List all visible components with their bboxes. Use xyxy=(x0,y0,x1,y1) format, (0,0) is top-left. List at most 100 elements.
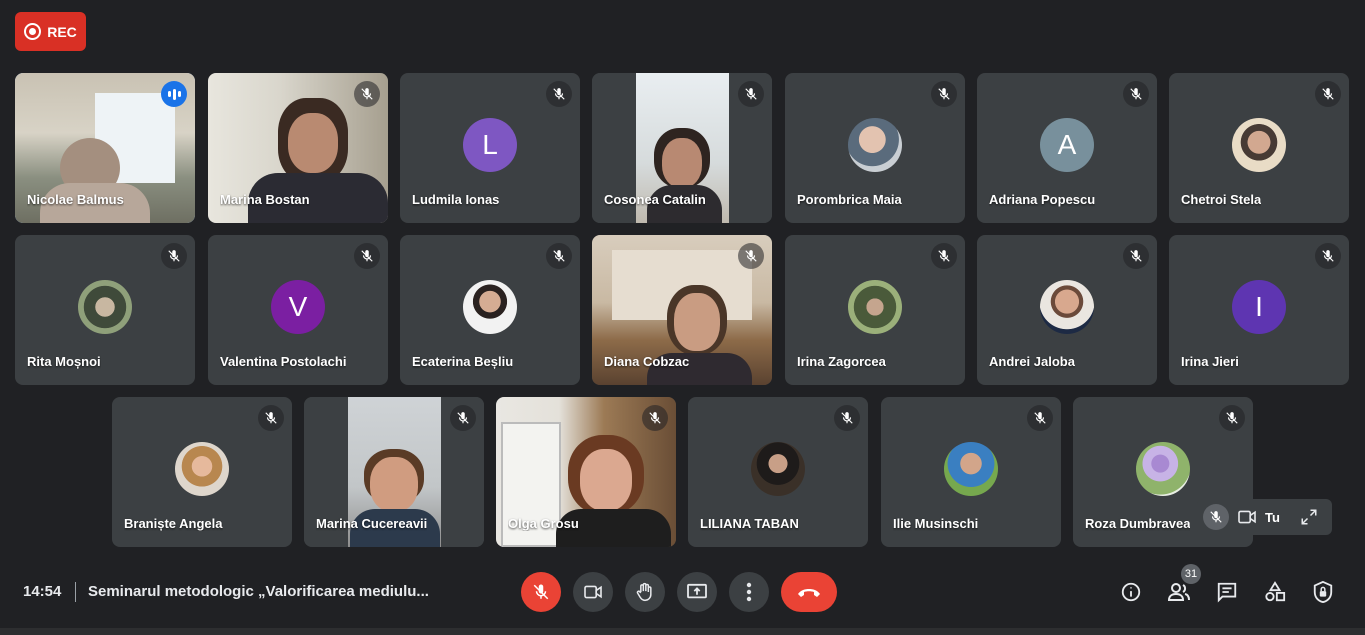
participant-avatar xyxy=(1040,280,1094,334)
participant-tile[interactable]: A Adriana Popescu xyxy=(977,73,1157,223)
recording-label: REC xyxy=(47,23,77,40)
more-options-button[interactable] xyxy=(729,572,769,612)
participant-name: Marina Bostan xyxy=(220,192,310,207)
participant-tile[interactable]: Irina Zagorcea xyxy=(785,235,965,385)
participant-avatar xyxy=(78,280,132,334)
recording-indicator[interactable]: REC xyxy=(15,12,86,51)
participant-name: Nicolae Balmus xyxy=(27,192,124,207)
participant-name: Ilie Musinschi xyxy=(893,516,979,531)
hang-up-icon xyxy=(798,589,820,597)
participant-avatar xyxy=(175,442,229,496)
hand-icon xyxy=(636,582,652,602)
shield-lock-icon xyxy=(1313,580,1333,604)
self-view-bar[interactable]: Tu xyxy=(1197,499,1332,535)
present-screen-button[interactable] xyxy=(677,572,717,612)
mic-off-icon xyxy=(354,81,380,107)
participant-tile[interactable]: LILIANA TABAN xyxy=(688,397,868,547)
record-icon xyxy=(24,23,42,40)
taskbar-strip xyxy=(0,628,1365,635)
participant-tile[interactable]: Cosonea Catalin xyxy=(592,73,772,223)
meeting-time: 14:54 xyxy=(23,583,62,600)
participant-tile[interactable]: Ilie Musinschi xyxy=(881,397,1061,547)
camera-toggle-button[interactable] xyxy=(573,572,613,612)
participant-name: Irina Jieri xyxy=(1181,354,1239,369)
mic-off-icon xyxy=(642,405,668,431)
info-icon xyxy=(1121,582,1141,602)
bottom-toolbar: 14:54 Seminarul metodologic „Valorificar… xyxy=(0,560,1365,622)
participant-name: Braniște Angela xyxy=(124,516,223,531)
participant-tile[interactable]: Chetroi Stela xyxy=(1169,73,1349,223)
mic-off-icon xyxy=(1219,405,1245,431)
participant-tile[interactable]: Ecaterina Beșliu xyxy=(400,235,580,385)
mic-off-icon xyxy=(738,81,764,107)
participant-tile[interactable]: Marina Cucereavii xyxy=(304,397,484,547)
participant-name: LILIANA TABAN xyxy=(700,516,799,531)
mic-off-icon xyxy=(1123,81,1149,107)
speaking-indicator-icon xyxy=(161,81,187,107)
mic-off-icon xyxy=(450,405,476,431)
host-controls-button[interactable] xyxy=(1309,578,1337,606)
participant-avatar: V xyxy=(271,280,325,334)
participant-avatar: L xyxy=(463,118,517,172)
mic-off-icon xyxy=(931,243,957,269)
mic-off-icon xyxy=(546,81,572,107)
mic-off-icon xyxy=(834,405,860,431)
camera-icon[interactable] xyxy=(1237,509,1257,525)
participant-tile[interactable]: Olga Grosu xyxy=(496,397,676,547)
participant-tile[interactable]: I Irina Jieri xyxy=(1169,235,1349,385)
participant-avatar xyxy=(848,280,902,334)
activities-button[interactable] xyxy=(1261,578,1289,606)
meeting-title[interactable]: Seminarul metodologic „Valorificarea med… xyxy=(88,583,429,600)
participant-avatar: A xyxy=(1040,118,1094,172)
participant-tile[interactable]: Porombrica Maia xyxy=(785,73,965,223)
mic-toggle-button[interactable] xyxy=(521,572,561,612)
participant-name: Marina Cucereavii xyxy=(316,516,428,531)
participant-name: Diana Cobzac xyxy=(604,354,690,369)
mic-off-icon xyxy=(546,243,572,269)
activities-icon xyxy=(1265,581,1286,602)
participants-count-badge: 31 xyxy=(1181,564,1201,584)
participant-tile[interactable]: L Ludmila Ionas xyxy=(400,73,580,223)
people-icon xyxy=(1167,583,1190,601)
participant-name: Irina Zagorcea xyxy=(797,354,886,369)
chat-icon xyxy=(1217,582,1237,603)
participant-avatar xyxy=(463,280,517,334)
more-vert-icon xyxy=(746,582,752,602)
participant-tile[interactable]: Diana Cobzac xyxy=(592,235,772,385)
participant-tile[interactable]: Marina Bostan xyxy=(208,73,388,223)
mic-off-icon xyxy=(931,81,957,107)
mic-off-icon xyxy=(738,243,764,269)
participant-name: Rita Moșnoi xyxy=(27,354,101,369)
participant-tile[interactable]: Nicolae Balmus xyxy=(15,73,195,223)
participant-name: Chetroi Stela xyxy=(1181,192,1262,207)
participant-name: Ludmila Ionas xyxy=(412,192,500,207)
mic-off-icon xyxy=(354,243,380,269)
participant-avatar xyxy=(944,442,998,496)
raise-hand-button[interactable] xyxy=(625,572,665,612)
mic-off-icon[interactable] xyxy=(1203,504,1229,530)
participant-tile[interactable]: Rita Moșnoi xyxy=(15,235,195,385)
participant-avatar xyxy=(848,118,902,172)
self-view-label: Tu xyxy=(1265,509,1280,525)
leave-call-button[interactable] xyxy=(781,572,837,612)
participant-name: Ecaterina Beșliu xyxy=(412,354,514,369)
mic-off-icon xyxy=(533,584,549,600)
participant-avatar xyxy=(1136,442,1190,496)
mic-off-icon xyxy=(258,405,284,431)
participant-tile[interactable]: V Valentina Postolachi xyxy=(208,235,388,385)
participant-name: Andrei Jaloba xyxy=(989,354,1075,369)
participant-avatar xyxy=(1232,118,1286,172)
mic-off-icon xyxy=(161,243,187,269)
participant-name: Porombrica Maia xyxy=(797,192,902,207)
expand-icon[interactable] xyxy=(1300,508,1318,526)
mic-off-icon xyxy=(1315,81,1341,107)
meeting-details-button[interactable] xyxy=(1117,578,1145,606)
participant-name: Roza Dumbravea xyxy=(1085,516,1191,531)
mic-off-icon xyxy=(1315,243,1341,269)
camera-icon xyxy=(584,585,602,599)
participant-name: Adriana Popescu xyxy=(989,192,1096,207)
participant-tile[interactable]: Braniște Angela xyxy=(112,397,292,547)
chat-button[interactable] xyxy=(1213,578,1241,606)
participant-tile[interactable]: Andrei Jaloba xyxy=(977,235,1157,385)
mic-off-icon xyxy=(1123,243,1149,269)
